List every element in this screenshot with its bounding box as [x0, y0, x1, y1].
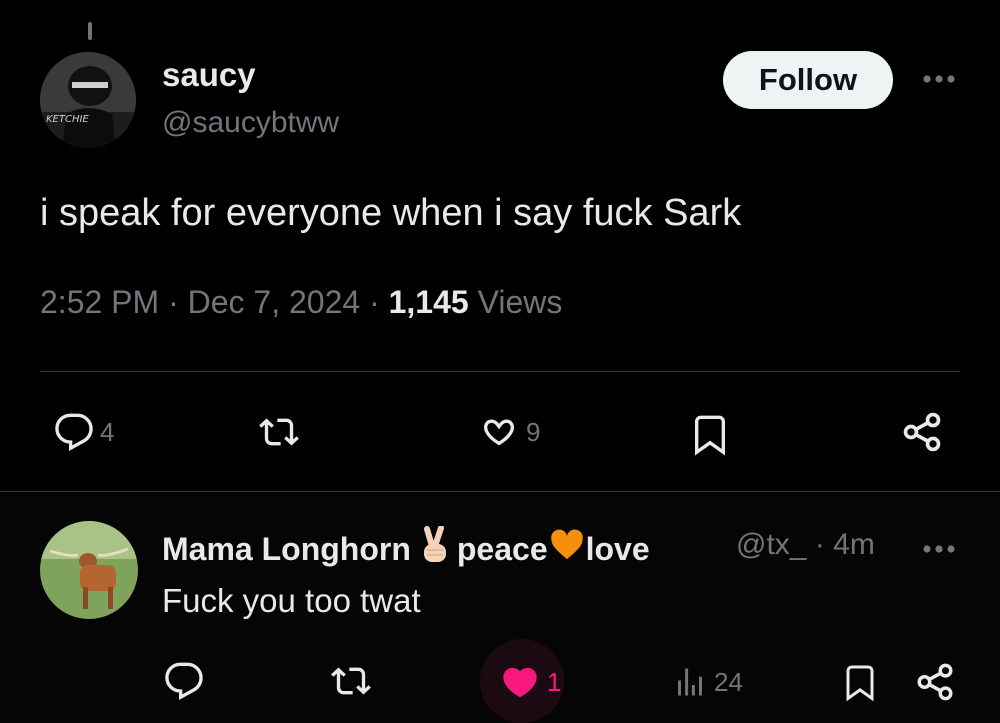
views-count: 1,145	[388, 284, 469, 320]
heart-filled-icon	[503, 667, 537, 698]
reply-like-button[interactable]: 1	[499, 662, 561, 702]
reply-author-name[interactable]: Mama Longhorn peace love	[162, 525, 650, 572]
tweet-date[interactable]: Dec 7, 2024	[188, 284, 361, 320]
meta-separator: ·	[159, 284, 188, 320]
orange-heart-emoji-icon	[550, 529, 584, 569]
more-options-icon[interactable]	[918, 538, 960, 560]
reply-views-count: 24	[714, 666, 743, 697]
share-icon	[903, 412, 941, 452]
author-name[interactable]: saucy	[162, 56, 256, 94]
longhorn-avatar-image	[40, 521, 138, 619]
peace-sign-emoji-icon	[417, 525, 451, 572]
more-options-icon[interactable]	[918, 64, 960, 94]
reply-author-name-part: peace	[456, 530, 548, 567]
views-label: Views	[477, 284, 563, 320]
bookmark-icon	[695, 415, 725, 456]
repost-icon	[259, 418, 299, 446]
analytics-icon	[678, 668, 702, 696]
share-button[interactable]	[900, 410, 944, 454]
like-button[interactable]: 9	[478, 412, 540, 452]
like-count: 9	[526, 416, 541, 447]
divider	[40, 371, 960, 372]
tweet-text: i speak for everyone when i say fuck Sar…	[40, 192, 742, 234]
reply-bookmark-button[interactable]	[842, 662, 878, 702]
avatar-lettering: KETCHIE	[46, 114, 89, 125]
reply-count: 4	[100, 416, 115, 447]
reply-share-button[interactable]	[914, 661, 956, 703]
reply-time[interactable]: · 4m	[815, 528, 875, 561]
reply-avatar[interactable]	[40, 521, 138, 619]
reply-author-name-part: love	[585, 530, 650, 567]
heart-icon	[484, 419, 514, 446]
reply-author-name-part: Mama Longhorn	[162, 530, 411, 567]
repost-icon	[331, 667, 371, 695]
reply-icon	[165, 662, 203, 700]
reply-handle-time: @tx_ · 4m	[736, 528, 875, 562]
meta-separator: ·	[360, 284, 389, 320]
share-icon	[917, 663, 953, 701]
reply-button[interactable]: 4	[54, 412, 114, 452]
author-handle[interactable]: @saucybtww	[162, 106, 339, 140]
bookmark-icon	[846, 665, 874, 702]
follow-button[interactable]: Follow	[723, 51, 893, 109]
reply-like-count: 1	[547, 666, 562, 697]
reply-reply-button[interactable]	[164, 661, 204, 701]
bookmark-button[interactable]	[690, 412, 730, 456]
reply-text: Fuck you too twat	[162, 582, 421, 619]
avatar[interactable]: KETCHIE	[40, 52, 136, 148]
repost-button[interactable]	[258, 412, 300, 452]
reply-views-button[interactable]: 24	[672, 662, 743, 702]
reply-handle[interactable]: @tx_	[736, 528, 806, 561]
tweet-time[interactable]: 2:52 PM	[40, 284, 159, 320]
thread-connector	[88, 22, 92, 40]
reply-repost-button[interactable]	[330, 661, 372, 701]
reply-icon	[55, 413, 93, 451]
tweet-meta: 2:52 PM · Dec 7, 2024 · 1,145 Views	[40, 284, 562, 321]
avatar-image: KETCHIE	[40, 52, 136, 148]
